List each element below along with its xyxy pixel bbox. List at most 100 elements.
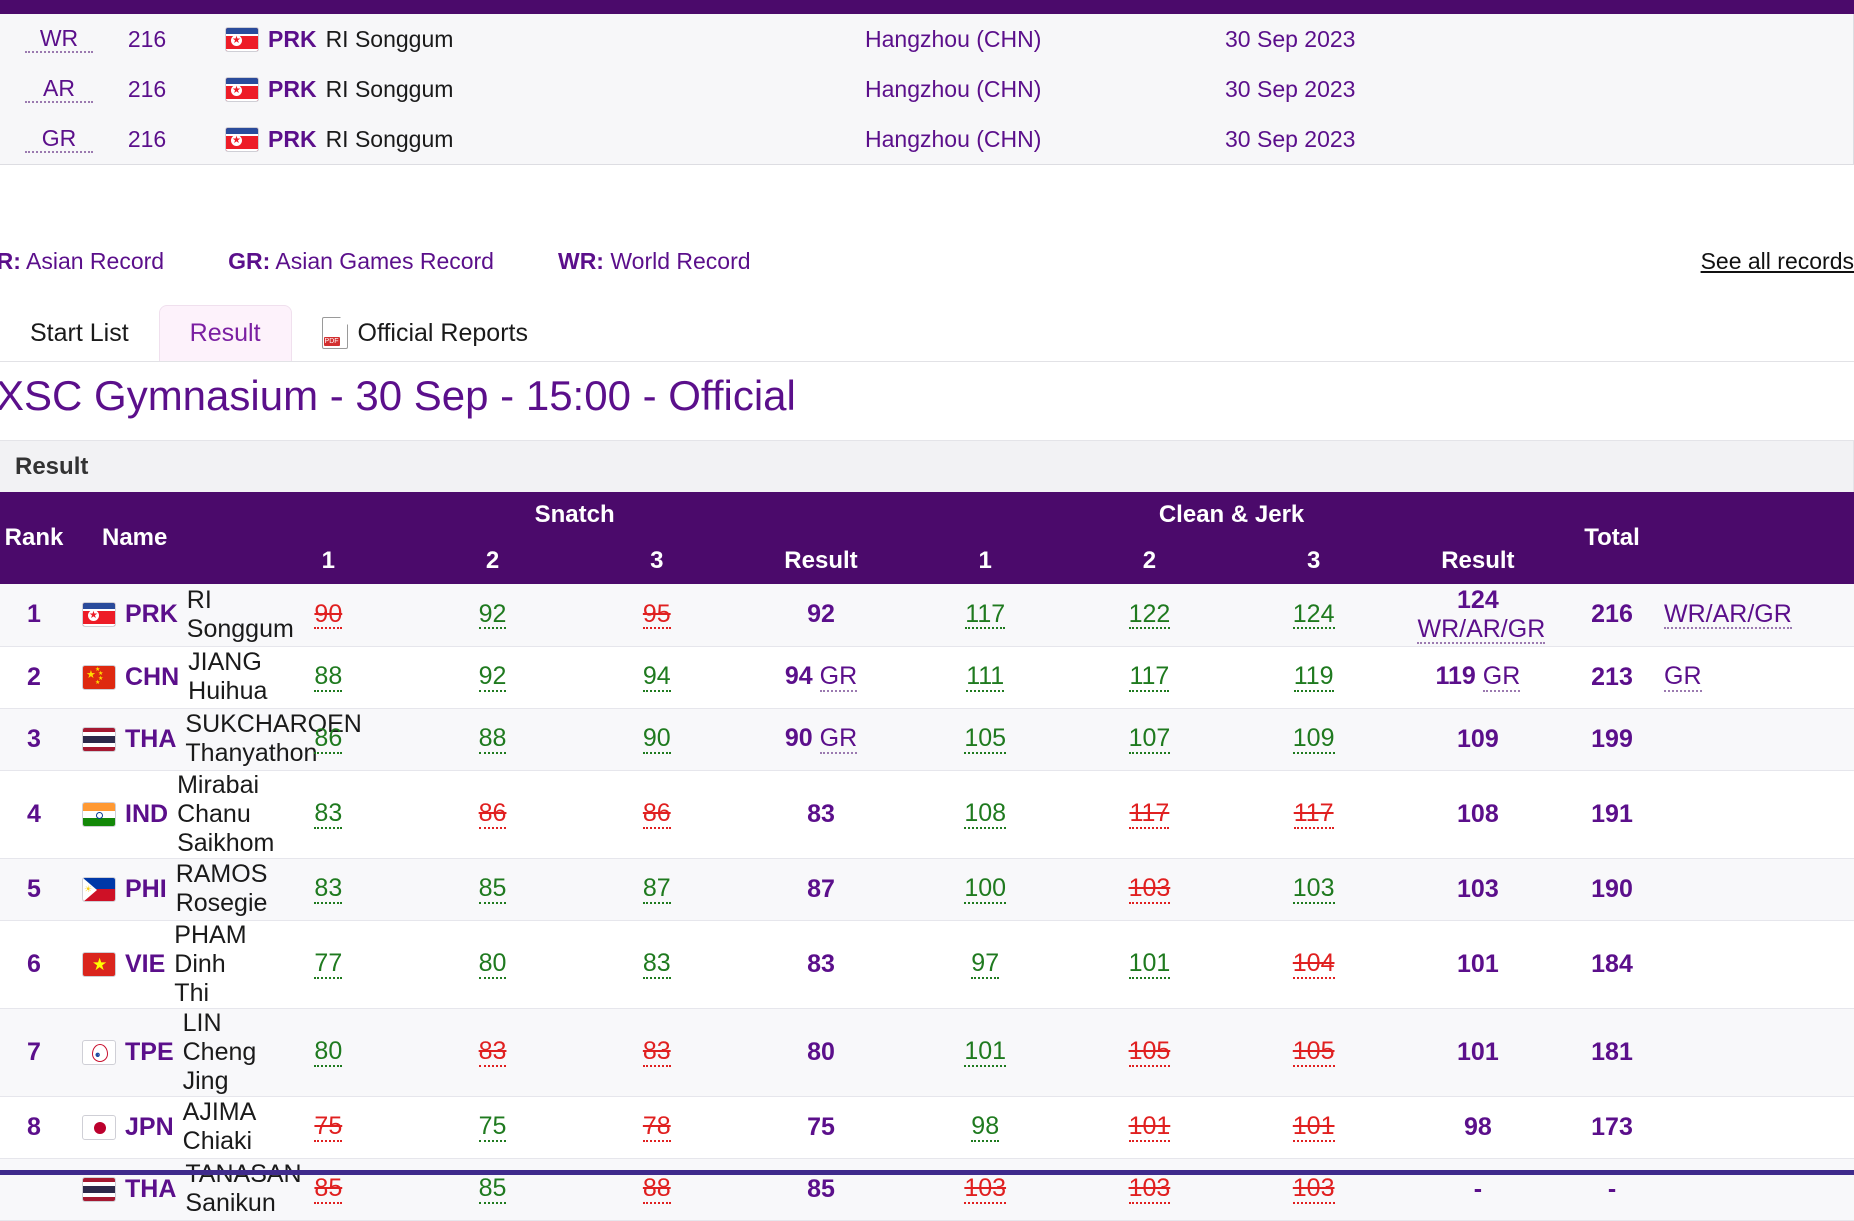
- record-type-abbr[interactable]: WR: [25, 25, 93, 54]
- col-name: Name: [82, 492, 247, 584]
- attempt-value[interactable]: 117: [1129, 663, 1170, 692]
- attempt-value[interactable]: 80: [478, 950, 507, 979]
- record-type-abbr[interactable]: GR: [25, 125, 93, 154]
- attempt-value[interactable]: 103: [1128, 875, 1171, 904]
- record-venue: Hangzhou (CHN): [865, 125, 1042, 152]
- attempt-value[interactable]: 105: [964, 725, 1007, 754]
- attempt-value[interactable]: 88: [478, 725, 507, 754]
- attempt-cell: 83: [410, 1008, 574, 1096]
- attempt-value[interactable]: 85: [314, 1175, 343, 1204]
- attempt-value[interactable]: 103: [964, 1175, 1007, 1204]
- attempt-value[interactable]: 83: [642, 1038, 671, 1067]
- record-badge[interactable]: GR: [819, 663, 858, 692]
- legend-abbr: WR:: [557, 248, 604, 274]
- attempt-value[interactable]: 83: [478, 1038, 507, 1067]
- see-all-records-link[interactable]: See all records: [1701, 248, 1854, 275]
- record-noc: PRK: [268, 25, 317, 52]
- total-record-cell: [1664, 770, 1854, 858]
- attempt-value[interactable]: 87: [642, 875, 671, 904]
- attempt-value[interactable]: 92: [478, 663, 507, 692]
- athlete-name[interactable]: PHAM Dinh Thi: [174, 921, 246, 1008]
- attempt-value[interactable]: 103: [1128, 1175, 1171, 1204]
- snatch-result-cell: 87: [807, 874, 835, 903]
- attempt-value[interactable]: 122: [1128, 601, 1171, 630]
- attempt-value[interactable]: 83: [642, 950, 671, 979]
- attempt-value[interactable]: 88: [642, 1175, 671, 1204]
- record-row: WR 216 ★ PRK RI Songgum Hangzhou (CHN) 30 Sep …: [0, 14, 1853, 64]
- record-badge[interactable]: GR: [1664, 663, 1702, 692]
- attempt-value[interactable]: 80: [314, 1038, 343, 1067]
- rank-cell: 6: [27, 949, 41, 978]
- tab-official-reports[interactable]: Official Reports: [292, 305, 558, 361]
- record-badge[interactable]: WR/AR/GR: [1664, 601, 1792, 630]
- attempt-value[interactable]: 104: [1292, 950, 1335, 979]
- attempt-cell: 103: [1232, 1158, 1396, 1220]
- attempt-value[interactable]: 100: [964, 875, 1007, 904]
- attempt-value[interactable]: 83: [314, 875, 343, 904]
- attempt-value[interactable]: 109: [1292, 725, 1335, 754]
- athlete-name[interactable]: JIANG Huihua: [188, 648, 267, 706]
- name-cell: ☀ PHI RAMOS Rosegie: [82, 858, 267, 920]
- record-badge[interactable]: GR: [1482, 663, 1521, 692]
- record-type-cell: AR: [11, 75, 107, 104]
- attempt-value[interactable]: 101: [964, 1038, 1007, 1067]
- attempt-value[interactable]: 117: [1293, 800, 1334, 829]
- attempt-value[interactable]: 75: [478, 1113, 507, 1142]
- attempt-value[interactable]: 86: [314, 725, 343, 754]
- attempt-value[interactable]: 90: [314, 601, 343, 630]
- attempt-value[interactable]: 77: [314, 950, 343, 979]
- snatch-result-cell: 83: [807, 799, 835, 828]
- athlete-name[interactable]: LIN Cheng Jing: [183, 1009, 257, 1096]
- attempt-value[interactable]: 107: [1128, 725, 1171, 754]
- attempt-value[interactable]: 101: [1128, 950, 1171, 979]
- attempt-value[interactable]: 90: [642, 725, 671, 754]
- flag-icon-prk: ★: [225, 126, 259, 152]
- attempt-value[interactable]: 124: [1292, 601, 1335, 630]
- athlete-name[interactable]: RAMOS Rosegie: [176, 860, 268, 918]
- cleanjerk-result-cell: 101: [1457, 1037, 1499, 1066]
- athlete-name[interactable]: RI Songgum: [187, 586, 294, 644]
- athlete-name[interactable]: TANASAN Sanikun: [185, 1160, 301, 1218]
- attempt-value[interactable]: 98: [971, 1113, 1000, 1142]
- noc-code: PHI: [125, 874, 167, 903]
- attempt-value[interactable]: 108: [964, 800, 1007, 829]
- record-badge[interactable]: WR/AR/GR: [1417, 615, 1546, 644]
- attempt-value[interactable]: 86: [642, 800, 671, 829]
- athlete-name[interactable]: AJIMA Chiaki: [183, 1098, 255, 1156]
- noc-code: CHN: [125, 662, 180, 691]
- snatch-result-cell: 85: [807, 1174, 835, 1203]
- attempt-value[interactable]: 117: [1129, 800, 1170, 829]
- record-noc: PRK: [268, 75, 317, 102]
- attempt-value[interactable]: 94: [642, 663, 671, 692]
- attempt-value[interactable]: 78: [642, 1113, 671, 1142]
- attempt-value[interactable]: 103: [1292, 875, 1335, 904]
- attempt-value[interactable]: 111: [966, 663, 1005, 692]
- bottom-accent-rule: [0, 1170, 1854, 1175]
- attempt-value[interactable]: 117: [965, 601, 1006, 630]
- attempt-value[interactable]: 105: [1292, 1038, 1335, 1067]
- attempt-value[interactable]: 95: [642, 601, 671, 630]
- record-type-abbr[interactable]: AR: [25, 75, 93, 104]
- attempt-value[interactable]: 85: [478, 1175, 507, 1204]
- record-value: 216: [127, 75, 167, 102]
- attempt-cell: 107: [1067, 708, 1231, 770]
- attempt-value[interactable]: 83: [314, 800, 343, 829]
- record-badge[interactable]: GR: [819, 725, 858, 754]
- attempt-value[interactable]: 75: [314, 1113, 343, 1142]
- attempt-value[interactable]: 92: [478, 601, 507, 630]
- athlete-name[interactable]: Mirabai Chanu Saikhom: [177, 771, 274, 858]
- attempt-value[interactable]: 105: [1128, 1038, 1171, 1067]
- attempt-value[interactable]: 103: [1292, 1175, 1335, 1204]
- rank-cell: 7: [27, 1037, 41, 1066]
- attempt-value[interactable]: 119: [1293, 663, 1334, 692]
- col-cj-3: 3: [1231, 538, 1396, 584]
- tab-start-list[interactable]: Start List: [0, 305, 159, 361]
- attempt-value[interactable]: 101: [1292, 1113, 1335, 1142]
- attempt-value[interactable]: 86: [478, 800, 507, 829]
- attempt-value[interactable]: 97: [971, 950, 1000, 979]
- tab-result[interactable]: Result: [158, 305, 292, 361]
- attempt-value[interactable]: 88: [314, 663, 343, 692]
- cleanjerk-result-cell: 108: [1457, 799, 1499, 828]
- attempt-value[interactable]: 101: [1128, 1113, 1171, 1142]
- attempt-value[interactable]: 85: [478, 875, 507, 904]
